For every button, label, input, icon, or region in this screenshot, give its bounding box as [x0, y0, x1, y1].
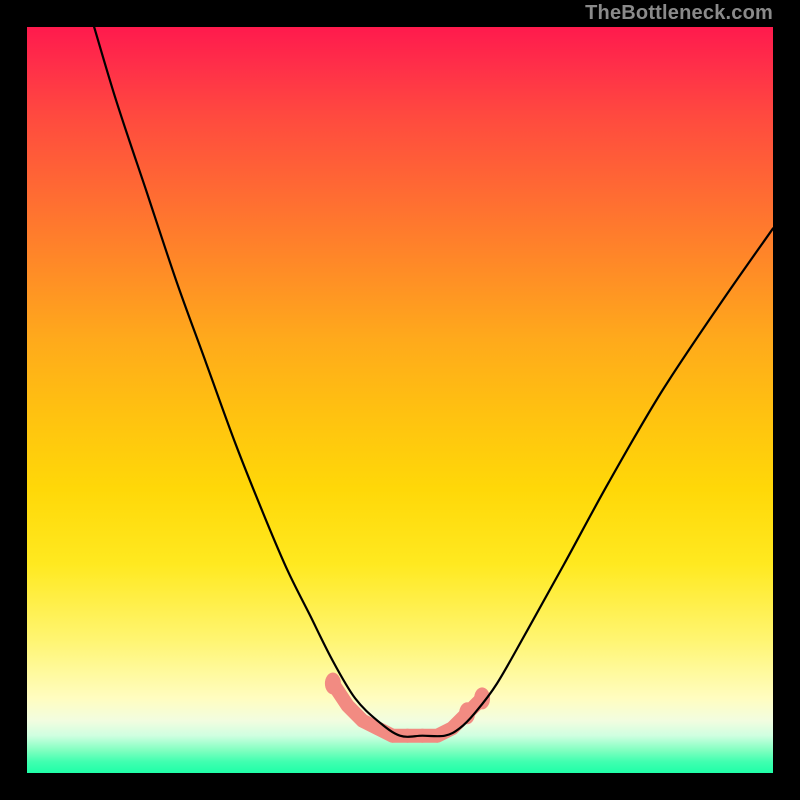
plot-area	[27, 27, 773, 773]
watermark-text: TheBottleneck.com	[585, 0, 773, 27]
valley-marker	[357, 714, 369, 728]
chart-frame: TheBottleneck.com	[0, 0, 800, 800]
valley-markers	[325, 673, 490, 743]
curve-svg	[27, 27, 773, 773]
valley-marker	[342, 699, 354, 713]
bottleneck-curve	[94, 27, 773, 737]
valley-marker	[325, 673, 341, 695]
